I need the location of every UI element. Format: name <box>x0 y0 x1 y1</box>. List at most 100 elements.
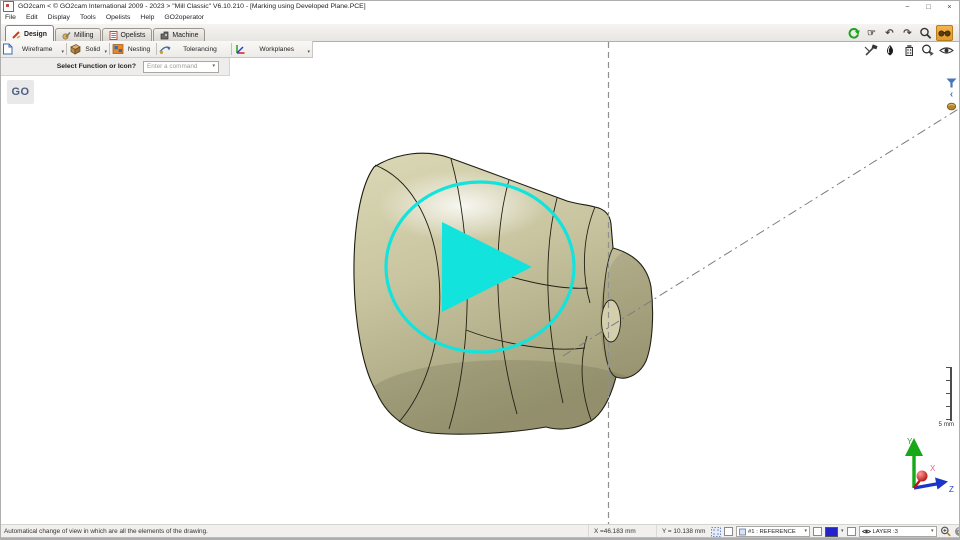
statusbar: Automatical change of view in which are … <box>0 524 960 537</box>
layer-dropdown-icon: ▾ <box>931 529 934 534</box>
nesting-label: Nesting <box>124 46 154 53</box>
x-axis-ball-icon <box>917 471 928 482</box>
wireframe-button[interactable]: Wireframe ▾ <box>0 41 66 57</box>
command-input-placeholder: Enter a command <box>147 63 197 70</box>
layer-eye-icon <box>862 528 871 535</box>
workplanes-axes-icon <box>234 43 246 55</box>
tab-opelists[interactable]: Opelists <box>102 28 153 42</box>
tolerancing-icon <box>159 43 171 55</box>
edit-tools-icon[interactable] <box>863 43 878 57</box>
glasses-icon <box>938 29 951 38</box>
y-axis-label: Y <box>907 437 913 446</box>
milling-tool-icon <box>62 31 71 40</box>
command-prompt-label: Select Function or Icon? <box>0 63 143 70</box>
opelists-list-icon <box>109 31 118 40</box>
tab-machine[interactable]: Machine <box>153 28 205 42</box>
ruler-tick <box>946 380 950 381</box>
menubar: File Edit Display Tools Opelists Help GO… <box>0 12 960 23</box>
solid-button[interactable]: Solid ▾ <box>67 41 109 57</box>
reference-selector-value: #1 : REFERENCE <box>748 529 802 535</box>
visibility-eye-icon[interactable] <box>939 43 954 57</box>
window-title: GO2cam < © GO2cam International 2009 - 2… <box>18 3 366 10</box>
window-controls: − □ × <box>897 0 960 12</box>
help-button[interactable]: ? <box>955 527 960 536</box>
color-dropdown-icon[interactable]: ▾ <box>841 529 844 534</box>
material-blob-icon[interactable] <box>946 101 957 111</box>
menu-display[interactable]: Display <box>43 14 75 21</box>
close-button[interactable]: × <box>939 0 960 12</box>
scale-ruler <box>950 367 952 421</box>
color-checkbox[interactable] <box>813 527 822 536</box>
menu-tools[interactable]: Tools <box>75 14 101 21</box>
snap-grid-icon[interactable] <box>711 527 721 537</box>
nesting-icon <box>112 43 124 55</box>
redo-icon[interactable]: ↷ <box>900 26 915 40</box>
reference-selector[interactable]: #1 : REFERENCE ▾ <box>736 526 810 537</box>
wireframe-label: Wireframe <box>13 46 61 53</box>
3d-viewport-canvas[interactable] <box>0 0 960 540</box>
zoom-search-icon[interactable] <box>918 26 933 40</box>
command-bar: Select Function or Icon? Enter a command… <box>0 58 230 76</box>
collapse-panel-icon[interactable]: ‹ <box>950 90 953 99</box>
nesting-button[interactable]: Nesting <box>110 41 156 57</box>
command-dropdown-icon[interactable]: ▾ <box>212 64 215 69</box>
glasses-view-button[interactable] <box>936 25 953 41</box>
filter-icon[interactable] <box>946 78 957 88</box>
undo-icon[interactable]: ↶ <box>882 26 897 40</box>
refresh-view-icon[interactable] <box>846 26 861 40</box>
solid-label: Solid <box>81 46 104 53</box>
eraser-icon[interactable] <box>882 43 897 57</box>
reference-icon <box>739 528 746 536</box>
cad-part-model <box>354 153 660 440</box>
ruler-tick <box>946 406 950 407</box>
command-input-combobox[interactable]: Enter a command ▾ <box>143 61 219 73</box>
zoom-layer-icon[interactable] <box>940 526 952 537</box>
tab-machine-label: Machine <box>172 32 198 39</box>
tab-design-label: Design <box>24 31 47 38</box>
solid-dropdown-icon[interactable]: ▾ <box>104 50 107 55</box>
scale-label: 5 mm <box>928 421 954 428</box>
boss-hole-ellipse <box>602 300 621 342</box>
tab-milling[interactable]: Milling <box>55 28 101 42</box>
tolerancing-button[interactable]: Tolerancing <box>157 41 231 57</box>
menu-go2operator[interactable]: GO2operator <box>159 14 209 21</box>
menu-help[interactable]: Help <box>135 14 159 21</box>
z-axis-arrow-icon <box>935 478 948 490</box>
ribbon-tab-row: Design Milling Opelists Machine <box>0 24 960 42</box>
reference-dropdown-icon: ▾ <box>804 529 807 534</box>
status-message: Automatical change of view in which are … <box>4 528 208 535</box>
maximize-button[interactable]: □ <box>918 0 939 12</box>
app-icon <box>3 1 14 12</box>
grater-clean-icon[interactable] <box>901 43 916 57</box>
wireframe-dropdown-icon[interactable]: ▾ <box>61 50 64 55</box>
pointer-hand-icon[interactable]: ☞ <box>864 26 879 40</box>
minimize-button[interactable]: − <box>897 0 918 12</box>
tolerancing-label: Tolerancing <box>171 46 229 53</box>
machine-icon <box>160 31 169 40</box>
menu-file[interactable]: File <box>0 14 21 21</box>
side-tool-icons: ‹ <box>944 78 959 111</box>
axis-triad: Y X Z <box>895 430 957 498</box>
display-toolbar: Wireframe ▾ Solid ▾ Nesting Tolerancing <box>0 41 313 58</box>
workplanes-button[interactable]: Workplanes ▾ <box>232 41 312 57</box>
titlebar: GO2cam < © GO2cam International 2009 - 2… <box>0 0 960 12</box>
ruler-tick <box>946 419 950 420</box>
workplanes-dropdown-icon[interactable]: ▾ <box>307 50 310 55</box>
design-pencil-icon <box>12 30 21 39</box>
diagonal-axis-construction-line <box>563 108 960 356</box>
solid-cube-icon <box>69 43 81 55</box>
layer-checkbox[interactable] <box>847 527 856 536</box>
view-quick-icons-row2 <box>863 43 954 57</box>
ruler-tick <box>946 393 950 394</box>
layer-selector[interactable]: LAYER :3 ▾ <box>859 526 937 537</box>
menu-edit[interactable]: Edit <box>21 14 43 21</box>
z-axis-label: Z <box>949 485 954 494</box>
zoom-select-icon[interactable] <box>920 43 935 57</box>
menu-opelists[interactable]: Opelists <box>101 14 136 21</box>
color-swatch[interactable] <box>825 527 838 537</box>
reference-checkbox[interactable] <box>724 527 733 536</box>
tab-milling-label: Milling <box>74 32 94 39</box>
go-logo-button[interactable]: GO <box>7 80 34 104</box>
tab-design[interactable]: Design <box>5 25 54 42</box>
x-axis-label: X <box>930 464 936 473</box>
